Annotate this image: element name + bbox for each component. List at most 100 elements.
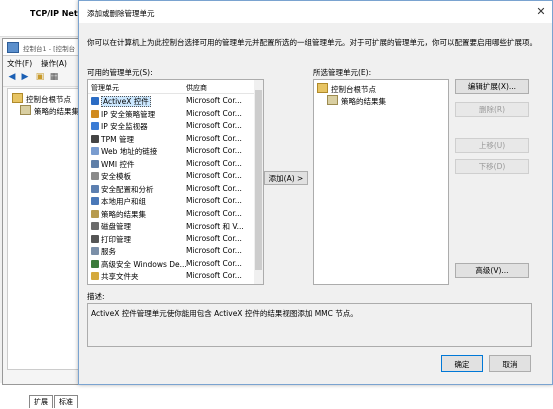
add-button[interactable]: 添加(A) > (264, 171, 308, 185)
move-down-button[interactable]: 下移(D) (455, 159, 529, 174)
bottom-tabs: 扩展 标准 (29, 395, 79, 409)
snapin-row[interactable]: Web 地址的链接 Microsoft Cor... (88, 145, 255, 156)
snapin-row[interactable]: WMI 控件 Microsoft Cor... (88, 158, 255, 169)
snapin-name: TPM 管理 (91, 134, 134, 145)
snapin-name-text: WMI 控件 (101, 159, 135, 169)
snapin-row[interactable]: 服务 Microsoft Cor... (88, 245, 255, 256)
snapin-row[interactable]: 安全配置和分析 Microsoft Cor... (88, 183, 255, 194)
tab-extended[interactable]: 扩展 (29, 395, 53, 408)
snapin-vendor: Microsoft Cor... (186, 271, 242, 280)
folder-icon (317, 83, 328, 93)
snapin-row[interactable]: 策略的结果集 Microsoft Cor... (88, 208, 255, 219)
snapin-row[interactable]: 磁盘管理 Microsoft 和 V... (88, 220, 255, 231)
snapin-name-text: IP 安全策略管理 (101, 109, 156, 119)
security-template-icon (91, 172, 99, 180)
snapin-vendor: Microsoft 和 V... (186, 222, 244, 231)
snapin-row[interactable]: 高级安全 Windows De... Microsoft Cor... (88, 258, 255, 269)
available-snapins-list[interactable]: 管理单元 供应商 ActiveX 控件 Microsoft Cor... IP 安全… (87, 79, 256, 285)
ok-button[interactable]: 确定 (441, 355, 483, 372)
snapin-row[interactable]: ActiveX 控件 Microsoft Cor... (88, 95, 255, 107)
tree-item-root[interactable]: 控制台根节点 (12, 93, 71, 105)
snapin-name: IP 安全监视器 (91, 121, 148, 132)
snapin-row[interactable]: 本地用户和组 Microsoft Cor... (88, 195, 255, 206)
snapin-row[interactable]: 安全模板 Microsoft Cor... (88, 170, 255, 181)
selected-item-label: 策略的结果集 (341, 97, 386, 106)
grid-icon[interactable]: ▦ (48, 72, 60, 83)
snapin-row[interactable]: IP 安全监视器 Microsoft Cor... (88, 120, 255, 131)
dialog-description: 你可以在计算机上为此控制台选择可用的管理单元并配置所选的一组管理单元。对于可扩展… (87, 38, 537, 47)
snapin-name: 服务 (91, 246, 116, 257)
mmc-toolbar: ◀ ▶ ▣ ▦ (3, 70, 81, 87)
mmc-menubar: 文件(F) 操作(A) (3, 56, 81, 70)
snapin-name-text: 安全配置和分析 (101, 184, 154, 194)
snapin-name: 磁盘管理 (91, 221, 131, 232)
advanced-button[interactable]: 高级(V)... (455, 263, 529, 278)
column-vendor[interactable]: 供应商 (186, 83, 207, 93)
snapin-name-text: TPM 管理 (101, 134, 134, 144)
edit-extensions-button[interactable]: 编辑扩展(X)... (455, 79, 529, 94)
mmc-console-window: 控制台1 - [控制台 文件(F) 操作(A) ◀ ▶ ▣ ▦ 控制台根节点 策… (2, 38, 83, 408)
snapin-name: 共享文件夹 (91, 271, 139, 282)
folder-icon[interactable]: ▣ (34, 72, 46, 83)
forward-arrow-icon[interactable]: ▶ (19, 72, 31, 83)
cancel-button[interactable]: 取消 (489, 355, 531, 372)
firewall-icon (91, 259, 99, 268)
scrollbar-thumb[interactable] (255, 90, 262, 270)
users-icon (91, 197, 99, 205)
list-header: 管理单元 供应商 (88, 80, 255, 94)
remove-button[interactable]: 删除(R) (455, 102, 529, 117)
snapin-name-text: 服务 (101, 247, 116, 256)
snapin-name-text: Web 地址的链接 (101, 147, 158, 156)
menu-action[interactable]: 操作(A) (41, 58, 67, 69)
back-arrow-icon[interactable]: ◀ (6, 72, 18, 83)
snapin-row[interactable]: TPM 管理 Microsoft Cor... (88, 133, 255, 144)
add-remove-snapins-dialog: 添加或删除管理单元 ✕ 你可以在计算机上为此控制台选择可用的管理单元并配置所选的… (78, 0, 553, 385)
description-box: ActiveX 控件管理单元使你能用包含 ActiveX 控件的结果视图添加 M… (87, 303, 532, 347)
snapin-name-text: 共享文件夹 (101, 272, 139, 281)
snapin-vendor: Microsoft Cor... (186, 183, 242, 193)
rsop-icon (91, 209, 99, 218)
selected-snapins-list[interactable]: 控制台根节点 策略的结果集 (313, 79, 449, 285)
close-icon[interactable]: ✕ (534, 5, 548, 19)
snapin-name: Web 地址的链接 (91, 146, 157, 157)
snapin-vendor: Microsoft Cor... (186, 108, 242, 118)
snapin-vendor: Microsoft Cor... (186, 246, 242, 255)
snapin-vendor: Microsoft Cor... (186, 158, 242, 168)
security-analysis-icon (91, 184, 99, 193)
available-list-scrollbar[interactable] (254, 79, 264, 285)
snapin-row[interactable]: 打印管理 Microsoft Cor... (88, 233, 255, 244)
column-snapin[interactable]: 管理单元 (91, 83, 119, 93)
snapin-name-text: 打印管理 (101, 234, 131, 244)
web-link-icon (91, 147, 99, 155)
selected-item-rsop[interactable]: 策略的结果集 (327, 95, 386, 107)
snapin-vendor: Microsoft Cor... (186, 208, 242, 218)
selected-item-root[interactable]: 控制台根节点 (317, 83, 376, 95)
tree-item-rsop[interactable]: 策略的结果集 (20, 105, 79, 117)
mmc-title: 控制台1 - [控制台 (23, 45, 76, 53)
snapin-row[interactable]: IP 安全策略管理 Microsoft Cor... (88, 108, 255, 119)
snapin-vendor: Microsoft Cor... (186, 146, 242, 155)
snapin-vendor: Microsoft Cor... (186, 258, 242, 268)
description-label: 描述: (87, 292, 105, 301)
snapin-name: WMI 控件 (91, 159, 134, 170)
ip-monitor-icon (91, 122, 99, 130)
snapin-vendor: Microsoft Cor... (186, 133, 242, 143)
snapin-name-text: 安全模板 (101, 172, 131, 181)
move-up-button[interactable]: 上移(U) (455, 138, 529, 153)
snapin-name: 安全模板 (91, 171, 131, 182)
snapin-name: 打印管理 (91, 234, 131, 245)
dialog-title: 添加或删除管理单元 (87, 9, 155, 18)
menu-file[interactable]: 文件(F) (7, 58, 32, 69)
snapin-row[interactable]: 共享文件夹 Microsoft Cor... (88, 270, 255, 281)
snapin-name: 高级安全 Windows De... (91, 259, 187, 270)
shared-folder-icon (91, 272, 99, 280)
activex-icon (91, 97, 99, 105)
snapin-name-text: 高级安全 Windows De... (101, 259, 187, 269)
printer-icon (91, 234, 99, 243)
snapin-vendor: Microsoft Cor... (186, 233, 242, 243)
tab-standard[interactable]: 标准 (54, 395, 78, 408)
snapin-vendor: Microsoft Cor... (186, 196, 242, 205)
snapin-name-text: ActiveX 控件 (101, 96, 151, 107)
background-title: TCP/IP NetB (30, 9, 84, 18)
console-tree: 控制台根节点 策略的结果集 (7, 88, 83, 370)
